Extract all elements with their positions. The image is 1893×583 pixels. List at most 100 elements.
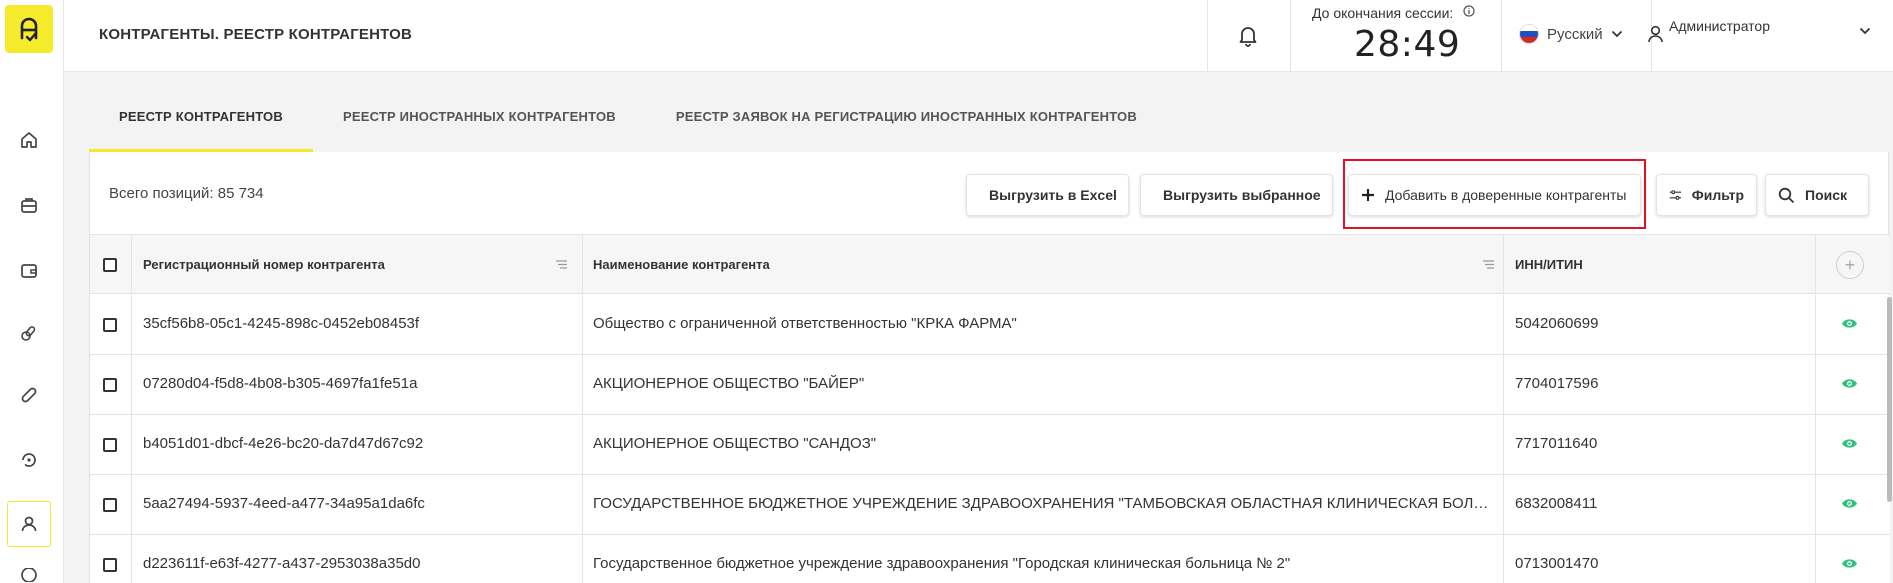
russia-flag-icon [1519, 24, 1539, 44]
cell-name: Государственное бюджетное учреждение здр… [593, 555, 1291, 572]
info-icon[interactable] [1463, 5, 1475, 17]
capsule-icon[interactable] [14, 380, 44, 410]
cell-reg-number: b4051d01-dbcf-4e26-bc20-da7d47d67c92 [143, 435, 424, 452]
row-checkbox[interactable] [103, 318, 117, 332]
column-menu-icon[interactable] [1483, 260, 1494, 269]
chevron-down-icon[interactable] [1859, 27, 1871, 35]
user-icon [1648, 25, 1663, 43]
cell-inn: 5042060699 [1515, 315, 1599, 332]
column-divider [131, 355, 132, 414]
briefcase-icon[interactable] [14, 190, 44, 220]
column-header-inn[interactable]: ИНН/ИТИН [1515, 257, 1583, 272]
pills-icon[interactable] [14, 318, 44, 348]
column-divider [1815, 415, 1816, 474]
registry-card: Всего позиций: 85 734 Выгрузить в Excel … [89, 152, 1892, 583]
export-excel-label: Выгрузить в Excel [989, 187, 1117, 203]
column-divider [131, 415, 132, 474]
chevron-down-icon [1611, 30, 1622, 38]
row-checkbox[interactable] [103, 378, 117, 392]
filter-icon [1669, 190, 1682, 200]
cell-inn: 6832008411 [1515, 495, 1598, 512]
header-divider [1501, 0, 1502, 72]
refresh-icon[interactable] [14, 445, 44, 475]
add-trusted-button[interactable]: Добавить в доверенные контрагенты [1348, 174, 1641, 216]
add-column-icon[interactable]: + [1836, 251, 1864, 279]
column-divider [582, 535, 583, 583]
column-header-name[interactable]: Наименование контрагента [593, 257, 770, 272]
row-checkbox[interactable] [103, 438, 117, 452]
cell-reg-number: 35cf56b8-05c1-4245-898c-0452eb08453f [143, 315, 420, 332]
language-selector[interactable]: Русский [1519, 24, 1623, 44]
total-count: Всего позиций: 85 734 [109, 185, 264, 202]
column-divider [1815, 535, 1816, 583]
column-divider [1503, 355, 1504, 414]
cell-reg-number: 07280d04-f5d8-4b08-b305-4697fa1fe51a [143, 375, 418, 392]
table-row[interactable]: 35cf56b8-05c1-4245-898c-0452eb08453f Общ… [90, 295, 1890, 355]
column-divider [1503, 235, 1504, 293]
export-selected-label: Выгрузить выбранное [1163, 187, 1321, 203]
row-checkbox[interactable] [103, 498, 117, 512]
search-icon [1778, 187, 1795, 203]
cell-inn: 0713001470 [1515, 555, 1599, 572]
tab-foreign-applications[interactable]: РЕЕСТР ЗАЯВОК НА РЕГИСТРАЦИЮ ИНОСТРАННЫХ… [646, 80, 1167, 152]
more-icon[interactable] [14, 568, 44, 582]
cell-name: АКЦИОНЕРНОЕ ОБЩЕСТВО "БАЙЕР" [593, 375, 865, 392]
eye-icon[interactable] [1841, 497, 1858, 510]
cell-reg-number: d223611f-e63f-4277-a437-2953038a35d0 [143, 555, 421, 572]
cell-inn: 7704017596 [1515, 375, 1599, 392]
column-divider [131, 475, 132, 534]
cell-name: Общество с ограниченной ответственностью… [593, 315, 1017, 332]
search-label: Поиск [1805, 187, 1848, 203]
eye-icon[interactable] [1841, 317, 1858, 330]
cell-name: ГОСУДАРСТВЕННОЕ БЮДЖЕТНОЕ УЧРЕЖДЕНИЕ ЗДР… [593, 495, 1493, 512]
cell-inn: 7717011640 [1515, 435, 1598, 452]
column-divider [582, 355, 583, 414]
eye-icon[interactable] [1841, 557, 1858, 570]
column-menu-icon[interactable] [556, 260, 567, 269]
column-divider [1815, 355, 1816, 414]
eye-icon[interactable] [1841, 377, 1858, 390]
table-scrollbar[interactable] [1887, 297, 1892, 502]
table-row[interactable]: d223611f-e63f-4277-a437-2953038a35d0 Гос… [90, 535, 1890, 583]
row-checkbox[interactable] [103, 558, 117, 572]
language-label: Русский [1547, 25, 1603, 43]
session-label: До окончания сессии: [1312, 5, 1454, 21]
column-divider [131, 235, 132, 293]
column-divider [131, 295, 132, 354]
filter-label: Фильтр [1691, 187, 1744, 203]
column-divider [1815, 295, 1816, 354]
home-icon[interactable] [14, 125, 44, 155]
export-excel-button[interactable]: Выгрузить в Excel [966, 174, 1129, 216]
column-divider [1503, 535, 1504, 583]
column-divider [131, 535, 132, 583]
tab-foreign-registry[interactable]: РЕЕСТР ИНОСТРАННЫХ КОНТРАГЕНТОВ [313, 80, 646, 152]
wallet-icon[interactable] [14, 255, 44, 285]
bell-icon[interactable] [1234, 22, 1262, 50]
export-selected-button[interactable]: Выгрузить выбранное [1140, 174, 1333, 216]
search-button[interactable]: Поиск [1765, 174, 1869, 216]
column-divider [1815, 235, 1816, 293]
tab-registry[interactable]: РЕЕСТР КОНТРАГЕНТОВ [89, 80, 313, 152]
header-divider [1207, 0, 1208, 72]
column-header-reg-number[interactable]: Регистрационный номер контрагента [143, 257, 385, 272]
filter-button[interactable]: Фильтр [1656, 174, 1757, 216]
column-divider [582, 295, 583, 354]
sidebar [0, 0, 64, 583]
column-divider [582, 235, 583, 293]
table-header: Регистрационный номер контрагента Наимен… [90, 234, 1890, 294]
column-divider [1503, 475, 1504, 534]
app-logo[interactable] [5, 5, 53, 53]
table-row[interactable]: b4051d01-dbcf-4e26-bc20-da7d47d67c92 АКЦ… [90, 415, 1890, 475]
logo-icon [20, 17, 38, 42]
table-row[interactable]: 5aa27494-5937-4eed-a477-34a95a1da6fc ГОС… [90, 475, 1890, 535]
header-divider [1290, 0, 1291, 72]
column-divider [1503, 415, 1504, 474]
eye-icon[interactable] [1841, 437, 1858, 450]
column-divider [582, 415, 583, 474]
select-all-checkbox[interactable] [103, 258, 117, 272]
table-row[interactable]: 07280d04-f5d8-4b08-b305-4697fa1fe51a АКЦ… [90, 355, 1890, 415]
cell-reg-number: 5aa27494-5937-4eed-a477-34a95a1da6fc [143, 495, 425, 512]
add-trusted-label: Добавить в доверенные контрагенты [1385, 187, 1627, 203]
user-icon[interactable] [7, 501, 51, 547]
user-name: Администратор [1669, 18, 1771, 34]
